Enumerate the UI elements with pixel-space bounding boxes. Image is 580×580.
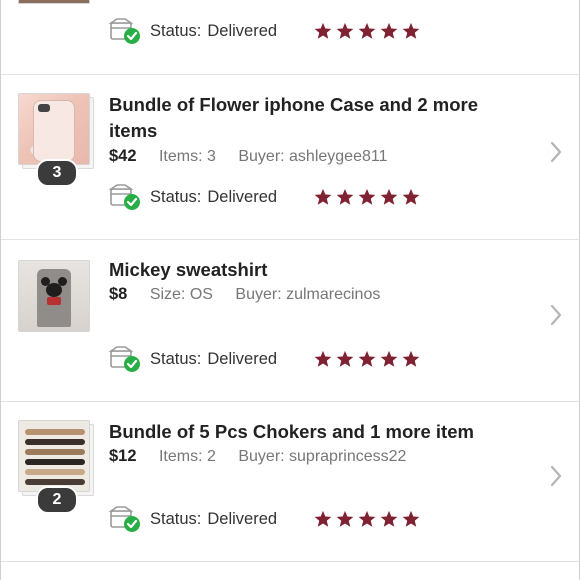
chevron-right-icon[interactable] <box>549 465 563 487</box>
order-price: $12 <box>109 447 137 465</box>
chevron-right-icon[interactable] <box>549 141 563 163</box>
order-price: $42 <box>109 147 137 165</box>
orders-list: Status: Delivered 3 Bundle of Flower iph… <box>0 0 580 580</box>
package-delivered-icon <box>108 345 143 373</box>
star-icon <box>402 350 420 367</box>
star-icon <box>314 350 332 367</box>
order-row[interactable]: 3 Bundle of Flower iphone Case and 2 mor… <box>1 75 580 240</box>
star-icon <box>380 22 398 39</box>
order-meta: $12 Items: 2 Buyer: supraprincess22 <box>109 447 406 466</box>
star-icon <box>336 22 354 39</box>
status-value: Delivered <box>207 187 278 206</box>
order-title: Mickey sweatshirt <box>109 259 268 280</box>
star-icon <box>402 22 420 39</box>
star-icon <box>314 510 332 527</box>
item-count-badge: 2 <box>36 486 78 514</box>
rating-stars <box>314 505 424 533</box>
item-thumbnail: 3 <box>18 93 94 187</box>
star-icon <box>336 350 354 367</box>
order-row[interactable]: Status: Delivered <box>1 0 580 75</box>
star-icon <box>380 510 398 527</box>
item-thumbnail <box>18 0 90 4</box>
package-delivered-icon <box>108 17 143 45</box>
rating-stars <box>314 17 424 45</box>
order-meta: $42 Items: 3 Buyer: ashleygee811 <box>109 147 387 166</box>
chevron-right-icon[interactable] <box>549 304 563 326</box>
order-status: Status: Delivered <box>108 345 278 373</box>
status-label: Status: <box>150 187 202 206</box>
package-delivered-icon <box>108 505 143 533</box>
order-row[interactable]: 2 Bundle of 5 Pcs Chokers and 1 more ite… <box>1 402 580 562</box>
star-icon <box>314 22 332 39</box>
status-label: Status: <box>150 349 202 368</box>
order-status: Status: Delivered <box>108 505 278 533</box>
order-status: Status: Delivered <box>108 17 278 45</box>
star-icon <box>358 188 376 205</box>
package-delivered-icon <box>108 183 143 211</box>
status-value: Delivered <box>207 509 278 528</box>
rating-stars <box>314 183 424 211</box>
order-status: Status: Delivered <box>108 183 278 211</box>
order-buyer: Buyer: supraprincess22 <box>238 448 407 465</box>
order-buyer: Buyer: zulmarecinos <box>235 286 381 303</box>
item-thumbnail <box>18 260 92 340</box>
status-label: Status: <box>150 509 202 528</box>
order-items: Items: 3 <box>158 148 216 165</box>
star-icon <box>402 188 420 205</box>
order-size: Size: OS <box>149 286 213 303</box>
order-meta: $8 Size: OS Buyer: zulmarecinos <box>109 285 380 304</box>
star-icon <box>336 188 354 205</box>
status-label: Status: <box>150 21 202 40</box>
star-icon <box>358 22 376 39</box>
item-count-badge: 3 <box>36 159 78 187</box>
item-thumbnail: 2 <box>18 420 94 514</box>
order-title: Bundle of 5 Pcs Chokers and 1 more item <box>109 421 474 442</box>
order-row[interactable] <box>1 562 580 580</box>
star-icon <box>358 510 376 527</box>
star-icon <box>380 188 398 205</box>
rating-stars <box>314 345 424 373</box>
order-buyer: Buyer: ashleygee811 <box>238 148 388 165</box>
star-icon <box>336 510 354 527</box>
star-icon <box>402 510 420 527</box>
status-value: Delivered <box>207 21 278 40</box>
star-icon <box>314 188 332 205</box>
status-value: Delivered <box>207 349 278 368</box>
star-icon <box>358 350 376 367</box>
order-items: Items: 2 <box>158 448 216 465</box>
star-icon <box>380 350 398 367</box>
order-title: Bundle of Flower iphone Case and 2 more … <box>109 94 479 141</box>
order-price: $8 <box>109 285 128 303</box>
order-row[interactable]: Mickey sweatshirt $8 Size: OS Buyer: zul… <box>1 240 580 402</box>
